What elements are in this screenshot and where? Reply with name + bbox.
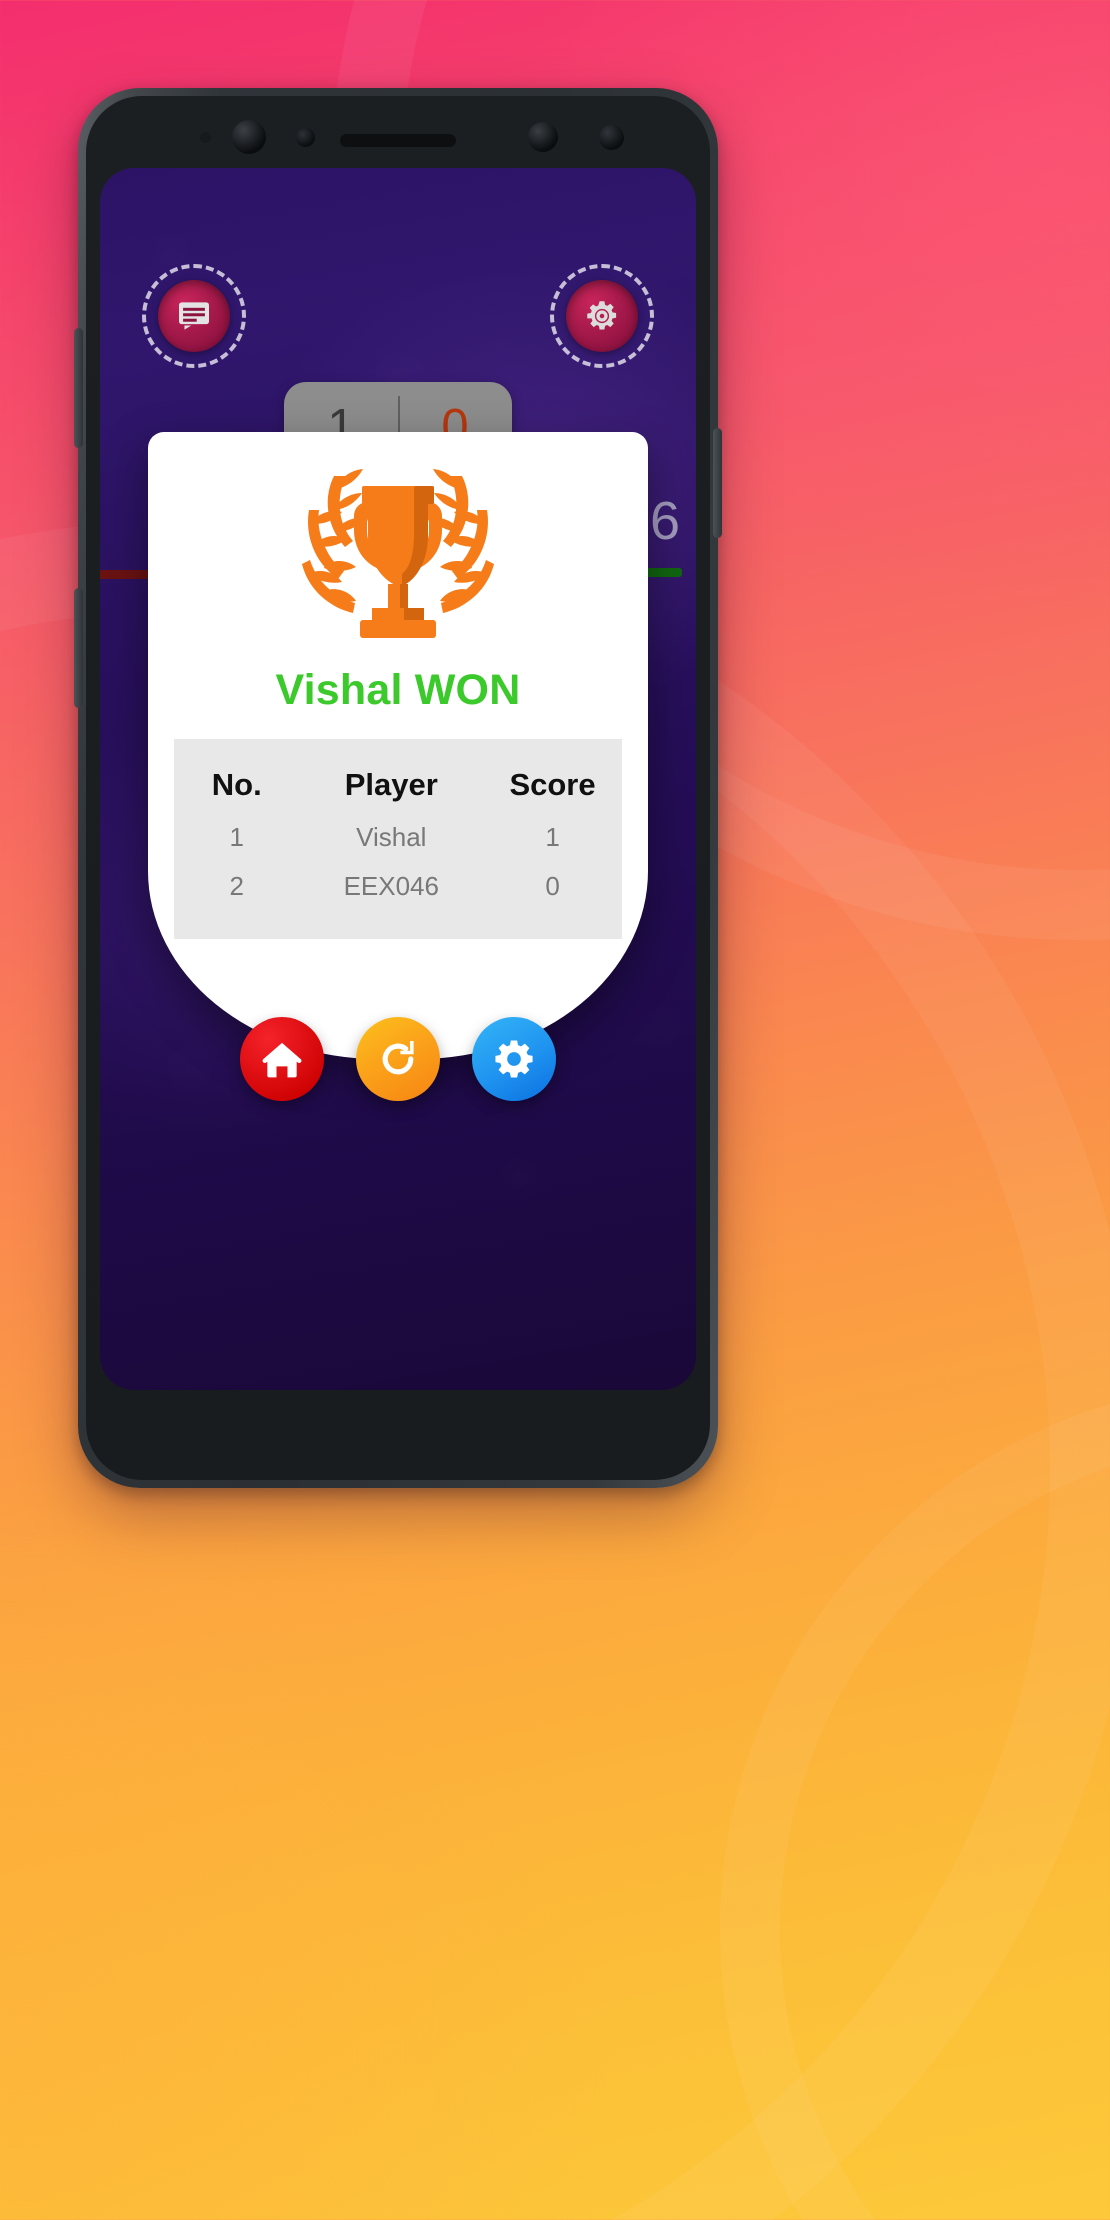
- phone-bezel: 1 0 6 Vishal WON No. Player Score 1 Vish…: [86, 96, 710, 1480]
- header-player: Player: [344, 767, 438, 802]
- background-arc-3: [720, 1380, 1110, 2220]
- light-sensor-icon: [296, 128, 315, 147]
- home-icon: [262, 1042, 302, 1078]
- settings-button-core: [566, 280, 638, 352]
- secondary-camera-icon: [528, 122, 558, 152]
- dialog-actions: [240, 1017, 556, 1101]
- table-row: 2 EEX046 0: [174, 862, 622, 911]
- proximity-sensor-icon: [200, 132, 211, 143]
- cell-player: Vishal: [356, 822, 427, 852]
- phone-device: 1 0 6 Vishal WON No. Player Score 1 Vish…: [74, 88, 722, 1488]
- device-top-bezel: [100, 96, 696, 168]
- win-message: Vishal WON: [275, 666, 521, 714]
- device-bottom-bezel: [100, 1390, 696, 1486]
- earpiece-speaker: [340, 134, 456, 147]
- home-button[interactable]: [240, 1017, 324, 1101]
- result-dialog: Vishal WON No. Player Score 1 Vishal 1 2: [148, 432, 648, 1101]
- chat-icon: [179, 302, 209, 330]
- trophy-laurel-icon: [302, 469, 494, 638]
- table-header-row: No. Player Score: [174, 751, 622, 813]
- game-screen: 1 0 6 Vishal WON No. Player Score 1 Vish…: [100, 168, 696, 1390]
- restart-icon: [382, 1041, 414, 1075]
- chat-button-core: [158, 280, 230, 352]
- power-button[interactable]: [713, 428, 722, 538]
- chat-button[interactable]: [142, 264, 246, 368]
- right-counter-value: 6: [649, 491, 680, 551]
- iris-sensor-icon: [599, 125, 624, 150]
- front-camera-icon: [232, 120, 266, 154]
- cell-no: 1: [229, 822, 244, 852]
- cell-score: 0: [545, 871, 560, 901]
- volume-up-button[interactable]: [74, 328, 83, 448]
- restart-button[interactable]: [356, 1017, 440, 1101]
- header-score: Score: [509, 767, 596, 802]
- cell-player: EEX046: [343, 871, 439, 901]
- trophy-container: [148, 432, 648, 650]
- settings-button[interactable]: [550, 264, 654, 368]
- settings-button-dialog[interactable]: [472, 1017, 556, 1101]
- volume-down-button[interactable]: [74, 588, 83, 708]
- gear-icon: [587, 301, 617, 330]
- cell-no: 2: [229, 871, 244, 901]
- table-row: 1 Vishal 1: [174, 813, 622, 862]
- gear-icon: [495, 1040, 533, 1078]
- header-no: No.: [211, 767, 262, 802]
- scoreboard-table: No. Player Score 1 Vishal 1 2 EEX046 0: [174, 739, 622, 939]
- cell-score: 1: [545, 822, 560, 852]
